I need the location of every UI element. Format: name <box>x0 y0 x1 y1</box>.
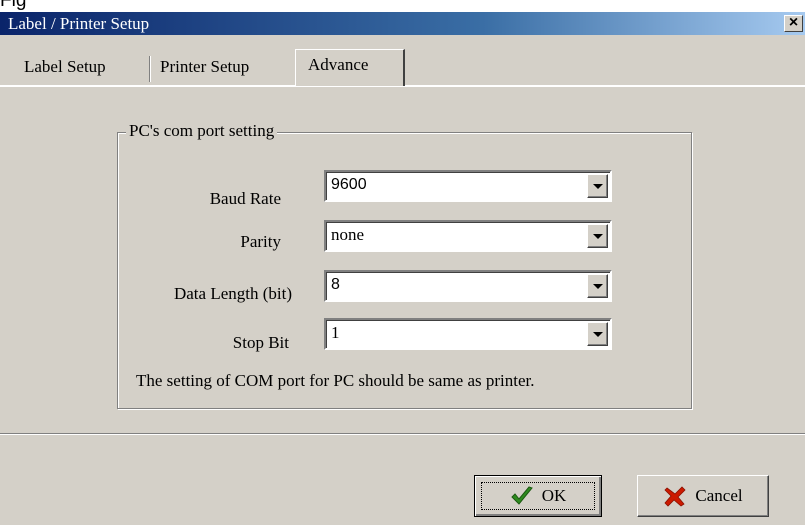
tab-advance[interactable]: Advance <box>295 49 405 86</box>
parity-value: none <box>331 225 365 244</box>
chevron-down-icon <box>592 183 603 189</box>
stop-bit-label: Stop Bit <box>232 333 289 352</box>
tab-label: Label Setup <box>24 57 106 76</box>
stop-bit-select[interactable]: 1 <box>324 318 612 350</box>
cancel-button[interactable]: Cancel <box>637 475 769 517</box>
tab-label-setup[interactable]: Label Setup <box>24 52 106 84</box>
checkmark-icon <box>511 486 533 505</box>
label-printer-setup-dialog: Label / Printer Setup × Label Setup Prin… <box>0 12 805 525</box>
baud-rate-dropdown-button[interactable] <box>587 174 608 198</box>
baud-rate-label: Baud Rate <box>209 189 281 208</box>
panel-separator <box>0 433 805 435</box>
data-length-label: Data Length (bit) <box>173 284 292 303</box>
baud-rate-select[interactable]: 9600 <box>324 170 612 202</box>
dialog-title: Label / Printer Setup <box>8 14 150 33</box>
chevron-down-icon <box>592 331 603 337</box>
cancel-label: Cancel <box>695 486 743 505</box>
tab-printer-setup[interactable]: Printer Setup <box>160 52 249 84</box>
tab-label: Advance <box>308 55 369 74</box>
top-clipped-caption: Fig <box>0 0 805 12</box>
stop-bit-value: 1 <box>331 323 340 342</box>
com-port-note: The setting of COM port for PC should be… <box>136 371 535 390</box>
parity-label: Parity <box>240 232 281 251</box>
ok-button[interactable]: OK <box>474 475 602 517</box>
close-button[interactable]: × <box>784 15 803 32</box>
focus-ring <box>481 482 595 510</box>
data-length-dropdown-button[interactable] <box>587 274 608 298</box>
parity-select[interactable]: none <box>324 220 612 252</box>
chevron-down-icon <box>592 233 603 239</box>
tab-label: Printer Setup <box>160 57 250 76</box>
groupbox-title: PC's com port setting <box>126 121 278 141</box>
baud-rate-value: 9600 <box>331 176 367 193</box>
parity-dropdown-button[interactable] <box>587 224 608 248</box>
close-icon: × <box>788 14 799 31</box>
title-bar[interactable]: Label / Printer Setup × <box>0 12 805 35</box>
chevron-down-icon <box>592 283 603 289</box>
data-length-value: 8 <box>331 276 340 293</box>
ok-label: OK <box>541 486 567 505</box>
data-length-select[interactable]: 8 <box>324 270 612 302</box>
x-icon <box>664 486 686 507</box>
clipped-caption-text: Fig <box>0 0 27 11</box>
stop-bit-dropdown-button[interactable] <box>587 322 608 346</box>
tab-separator <box>149 56 151 82</box>
